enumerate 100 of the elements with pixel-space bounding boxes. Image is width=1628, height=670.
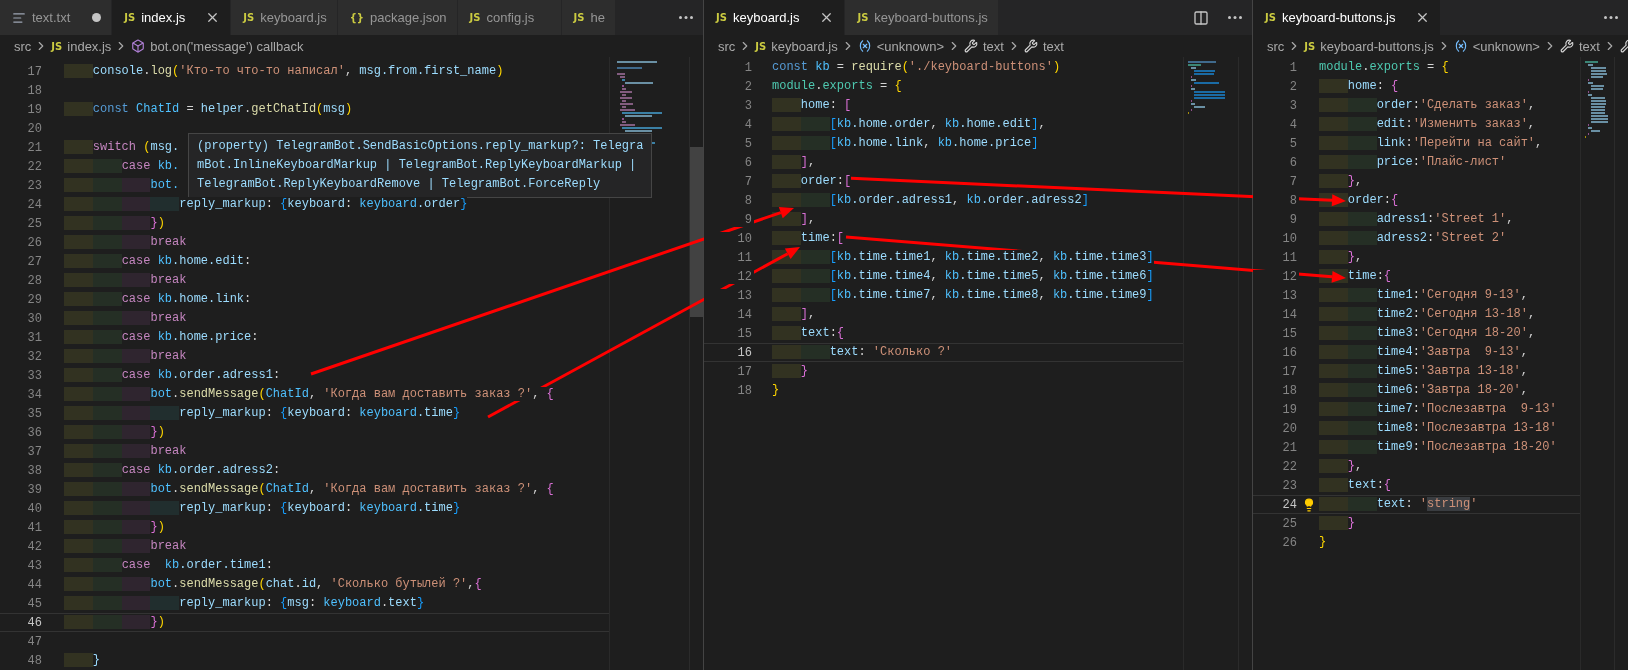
- code-line: time7:'Послезавтра 9-13': [1319, 400, 1557, 419]
- wrench-icon: [1023, 39, 1038, 53]
- code-line: module.exports = {: [772, 78, 902, 95]
- editor-tab[interactable]: text.txt: [0, 0, 113, 35]
- breadcrumb-item[interactable]: text: [1559, 38, 1600, 54]
- code-line: reply_markup: {keyboard: keyboard.order}: [64, 195, 468, 214]
- breadcrumb-item[interactable]: JS keyboard.js: [755, 38, 838, 54]
- file-type-label: JS: [469, 12, 481, 23]
- breadcrumb-item[interactable]: <unknown>: [1453, 38, 1540, 54]
- file-type-label: JS: [755, 40, 767, 52]
- editor-tab[interactable]: JS keyboard-buttons.js: [1253, 0, 1442, 35]
- code-line: reply_markup: {msg: keyboard.text}: [64, 594, 425, 613]
- breadcrumb-item[interactable]: src: [1267, 38, 1285, 54]
- code-line: time5:'Завтра 13-18',: [1319, 362, 1528, 381]
- code-line: price:'Плайс-лист': [1319, 153, 1507, 172]
- more-icon: [1604, 16, 1618, 19]
- code-line: home: [: [772, 96, 852, 115]
- file-type-label: JS: [243, 12, 255, 23]
- code-line: }): [64, 423, 165, 442]
- code-line: time4:'Завтра 9-13',: [1319, 343, 1528, 362]
- code-line: case kb.home.link:: [64, 290, 252, 309]
- file-type-label: JS: [1304, 40, 1316, 52]
- editor-tab[interactable]: JS he: [561, 0, 616, 35]
- more-icon: [1228, 16, 1242, 19]
- code-line: switch (msg.: [64, 138, 180, 157]
- code-line: [kb.order.adress1, kb.order.adress2]: [772, 191, 1089, 210]
- code-line: ],: [772, 210, 816, 229]
- code-line: text: 'Сколько ?': [772, 343, 953, 362]
- code-line: adress2:'Street 2': [1319, 229, 1507, 248]
- breadcrumb-item[interactable]: <unknown>: [857, 38, 944, 54]
- lightbulb-icon[interactable]: [1302, 497, 1316, 512]
- file-type-label: JS: [124, 12, 136, 23]
- split-editor-icon: [1193, 9, 1209, 26]
- file-type-label: {}: [349, 12, 364, 23]
- code-line: edit:'Изменить заказ',: [1319, 115, 1536, 134]
- code-line: break: [64, 347, 187, 366]
- code-line: bot.: [64, 176, 180, 195]
- editor-tab[interactable]: JS config.js: [457, 0, 562, 35]
- breadcrumb-item[interactable]: text: [964, 38, 1004, 54]
- code-line: reply_markup: {keyboard: keyboard.time}: [64, 499, 461, 518]
- breadcrumb-item[interactable]: bot.on('message') callback: [131, 38, 304, 54]
- code-line: text: 'string': [1319, 495, 1478, 514]
- code-line: }: [1319, 514, 1355, 533]
- code-line: text:{: [772, 324, 845, 343]
- code-line: time6:'Завтра 18-20',: [1319, 381, 1528, 400]
- code-line: }): [64, 518, 165, 537]
- breadcrumb-item[interactable]: text: [1023, 38, 1064, 54]
- code-line: }: [772, 362, 808, 381]
- text-file-icon: [12, 10, 26, 25]
- code-line: case kb.home.edit:: [64, 252, 252, 271]
- code-line: order:[: [772, 172, 852, 191]
- variable-icon: [1453, 39, 1468, 53]
- code-line: },: [1319, 457, 1363, 476]
- code-line: }: [64, 651, 100, 670]
- breadcrumb-item[interactable]: src: [718, 38, 736, 54]
- code-line: module.exports = {: [1319, 59, 1449, 76]
- editor-tab[interactable]: JS keyboard-buttons.js: [845, 0, 999, 35]
- scrollbar-thumb[interactable]: [690, 147, 703, 317]
- code-line: ],: [772, 153, 816, 172]
- file-type-label: JS: [1265, 12, 1276, 23]
- wrench-icon: [964, 39, 978, 53]
- code-line: }): [64, 214, 165, 233]
- code-line: [kb.time.time4, kb.time.time5, kb.time.time6]: [772, 267, 1154, 286]
- editor-tab[interactable]: JS keyboard.js: [704, 0, 846, 35]
- breadcrumb-item[interactable]: src: [14, 38, 32, 54]
- file-type-label: JS: [716, 12, 727, 23]
- file-type-label: JS: [573, 12, 585, 23]
- code-line: bot.sendMessage(ChatId, 'Когда вам доставить заказ ?', {: [64, 480, 554, 499]
- code-line: }): [64, 613, 165, 632]
- code-line: time9:'Послезавтра 18-20': [1319, 438, 1557, 457]
- code-line: time2:'Сегодня 13-18',: [1319, 305, 1536, 324]
- code-line: break: [64, 442, 187, 461]
- variable-icon: [857, 39, 872, 53]
- code-line: reply_markup: {keyboard: keyboard.time}: [64, 404, 461, 423]
- editor-tab[interactable]: JS keyboard.js: [231, 0, 338, 35]
- code-line: break: [64, 233, 187, 252]
- code-line: home: {: [1319, 77, 1399, 96]
- code-line: case kb.order.adress2:: [64, 461, 281, 480]
- code-line: console.log('Кто-то что-то написал', msg.from.first_name): [64, 62, 504, 81]
- code-line: const kb = require('./keyboard-buttons'): [772, 59, 1061, 76]
- code-line: case kb.order.adress1:: [64, 366, 281, 385]
- code-line: ],: [772, 305, 816, 324]
- code-line: time1:'Сегодня 9-13',: [1319, 286, 1528, 305]
- breadcrumb-item[interactable]: JS index.js: [51, 38, 112, 54]
- editor-tab[interactable]: {} package.json: [337, 0, 458, 35]
- code-line: time:[: [772, 229, 845, 248]
- code-line: bot.sendMessage(ChatId, 'Когда вам доставить заказ ?', {: [64, 385, 554, 404]
- file-type-label: JS: [857, 12, 869, 23]
- code-line: link:'Перейти на сайт',: [1319, 134, 1543, 153]
- code-line: case kb.home.price:: [64, 328, 259, 347]
- code-line: break: [64, 309, 187, 328]
- code-line: break: [64, 271, 187, 290]
- code-line: bot.sendMessage(chat.id, 'Сколько бутылей ?',{: [64, 575, 482, 594]
- breadcrumb-item[interactable]: JS keyboard-buttons.js: [1304, 38, 1434, 54]
- editor-tab[interactable]: JS index.js: [112, 0, 232, 35]
- code-line: [kb.time.time1, kb.time.time2, kb.time.time3]: [772, 248, 1154, 267]
- code-line: adress1:'Street 1',: [1319, 210, 1514, 229]
- cube-icon: [131, 39, 146, 53]
- code-line: time3:'Сегодня 18-20',: [1319, 324, 1536, 343]
- file-type-label: JS: [51, 40, 63, 52]
